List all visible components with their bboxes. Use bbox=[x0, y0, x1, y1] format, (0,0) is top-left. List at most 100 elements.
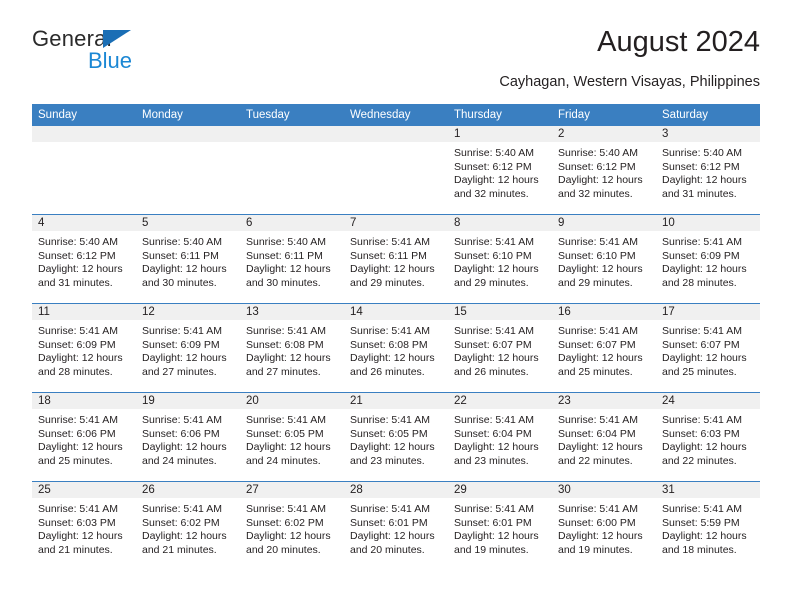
sunrise-text: Sunrise: 5:41 AM bbox=[454, 503, 534, 515]
daylight-text-line2: and 25 minutes. bbox=[38, 454, 113, 467]
calendar-body: 1 Sunrise: 5:40 AM Sunset: 6:12 PM Daylight… bbox=[32, 126, 760, 570]
day-cell[interactable]: 18 Sunrise: 5:41 AM Sunset: 6:06 PM Dayligh… bbox=[32, 392, 136, 482]
day-cell[interactable]: 2 Sunrise: 5:40 AM Sunset: 6:12 PM Daylight… bbox=[552, 126, 656, 215]
sunrise-text: Sunrise: 5:41 AM bbox=[38, 503, 118, 515]
day-cell[interactable]: 20 Sunrise: 5:41 AM Sunset: 6:05 PM Dayligh… bbox=[240, 392, 344, 482]
day-cell[interactable] bbox=[344, 126, 448, 215]
day-number: 27 bbox=[240, 482, 344, 498]
day-cell[interactable] bbox=[32, 126, 136, 215]
daylight-text-line1: Daylight: 12 hours bbox=[454, 441, 539, 454]
daylight-text-line1: Daylight: 12 hours bbox=[142, 263, 227, 276]
day-cell[interactable]: 12 Sunrise: 5:41 AM Sunset: 6:09 PM Dayligh… bbox=[136, 303, 240, 393]
day-cell[interactable]: 26 Sunrise: 5:41 AM Sunset: 6:02 PM Dayligh… bbox=[136, 481, 240, 570]
day-number: 12 bbox=[136, 304, 240, 320]
day-cell[interactable]: 21 Sunrise: 5:41 AM Sunset: 6:05 PM Dayligh… bbox=[344, 392, 448, 482]
day-number: 3 bbox=[656, 126, 760, 142]
sunrise-text: Sunrise: 5:41 AM bbox=[558, 414, 638, 426]
sunrise-text: Sunrise: 5:41 AM bbox=[142, 414, 222, 426]
day-cell[interactable]: 15 Sunrise: 5:41 AM Sunset: 6:07 PM Dayligh… bbox=[448, 303, 552, 393]
daylight-text-line2: and 22 minutes. bbox=[558, 454, 633, 467]
day-cell[interactable]: 8 Sunrise: 5:41 AM Sunset: 6:10 PM Daylight… bbox=[448, 214, 552, 304]
sunset-text: Sunset: 6:09 PM bbox=[662, 249, 740, 262]
daylight-text-line2: and 20 minutes. bbox=[350, 543, 425, 556]
sunset-text: Sunset: 6:03 PM bbox=[662, 427, 740, 440]
day-cell[interactable]: 19 Sunrise: 5:41 AM Sunset: 6:06 PM Dayligh… bbox=[136, 392, 240, 482]
day-cell[interactable]: 31 Sunrise: 5:41 AM Sunset: 5:59 PM Dayligh… bbox=[656, 481, 760, 570]
sunset-text: Sunset: 6:12 PM bbox=[454, 160, 532, 173]
day-cell[interactable]: 4 Sunrise: 5:40 AM Sunset: 6:12 PM Daylight… bbox=[32, 214, 136, 304]
daylight-text-line2: and 30 minutes. bbox=[246, 276, 321, 289]
week-row: 4 Sunrise: 5:40 AM Sunset: 6:12 PM Daylight… bbox=[32, 214, 760, 304]
daylight-text-line2: and 26 minutes. bbox=[350, 365, 425, 378]
day-cell[interactable]: 16 Sunrise: 5:41 AM Sunset: 6:07 PM Dayligh… bbox=[552, 303, 656, 393]
general-blue-logo[interactable]: General Blue bbox=[32, 26, 272, 84]
daylight-text-line1: Daylight: 12 hours bbox=[142, 530, 227, 543]
daylight-text-line1: Daylight: 12 hours bbox=[38, 263, 123, 276]
day-number: 15 bbox=[448, 304, 552, 320]
day-number bbox=[240, 126, 344, 142]
day-cell[interactable] bbox=[240, 126, 344, 215]
day-cell[interactable]: 11 Sunrise: 5:41 AM Sunset: 6:09 PM Dayligh… bbox=[32, 303, 136, 393]
sunset-text: Sunset: 6:12 PM bbox=[558, 160, 636, 173]
daylight-text-line1: Daylight: 12 hours bbox=[662, 352, 747, 365]
sunset-text: Sunset: 6:12 PM bbox=[38, 249, 116, 262]
day-number: 4 bbox=[32, 215, 136, 231]
day-cell[interactable]: 10 Sunrise: 5:41 AM Sunset: 6:09 PM Dayligh… bbox=[656, 214, 760, 304]
daylight-text-line2: and 21 minutes. bbox=[142, 543, 217, 556]
day-cell[interactable]: 13 Sunrise: 5:41 AM Sunset: 6:08 PM Dayligh… bbox=[240, 303, 344, 393]
day-number bbox=[136, 126, 240, 142]
day-cell[interactable]: 9 Sunrise: 5:41 AM Sunset: 6:10 PM Daylight… bbox=[552, 214, 656, 304]
daylight-text-line1: Daylight: 12 hours bbox=[558, 352, 643, 365]
day-cell[interactable]: 25 Sunrise: 5:41 AM Sunset: 6:03 PM Dayligh… bbox=[32, 481, 136, 570]
sunrise-text: Sunrise: 5:41 AM bbox=[558, 503, 638, 515]
day-cell[interactable]: 3 Sunrise: 5:40 AM Sunset: 6:12 PM Daylight… bbox=[656, 126, 760, 215]
sunset-text: Sunset: 6:07 PM bbox=[662, 338, 740, 351]
daylight-text-line2: and 25 minutes. bbox=[558, 365, 633, 378]
day-cell[interactable]: 5 Sunrise: 5:40 AM Sunset: 6:11 PM Daylight… bbox=[136, 214, 240, 304]
week-row: 11 Sunrise: 5:41 AM Sunset: 6:09 PM Dayligh… bbox=[32, 303, 760, 393]
sunrise-text: Sunrise: 5:41 AM bbox=[454, 236, 534, 248]
daylight-text-line2: and 31 minutes. bbox=[662, 187, 737, 200]
day-number: 24 bbox=[656, 393, 760, 409]
page-title: August 2024 bbox=[597, 26, 760, 58]
sunrise-text: Sunrise: 5:40 AM bbox=[558, 147, 638, 159]
day-cell[interactable]: 24 Sunrise: 5:41 AM Sunset: 6:03 PM Dayligh… bbox=[656, 392, 760, 482]
day-cell[interactable]: 22 Sunrise: 5:41 AM Sunset: 6:04 PM Dayligh… bbox=[448, 392, 552, 482]
day-number: 10 bbox=[656, 215, 760, 231]
sunset-text: Sunset: 6:06 PM bbox=[38, 427, 116, 440]
daylight-text-line2: and 19 minutes. bbox=[454, 543, 529, 556]
daylight-text-line1: Daylight: 12 hours bbox=[350, 530, 435, 543]
day-number: 31 bbox=[656, 482, 760, 498]
day-number: 25 bbox=[32, 482, 136, 498]
day-number: 7 bbox=[344, 215, 448, 231]
day-cell[interactable]: 17 Sunrise: 5:41 AM Sunset: 6:07 PM Dayligh… bbox=[656, 303, 760, 393]
day-cell[interactable]: 14 Sunrise: 5:41 AM Sunset: 6:08 PM Dayligh… bbox=[344, 303, 448, 393]
daylight-text-line2: and 28 minutes. bbox=[662, 276, 737, 289]
sunset-text: Sunset: 6:03 PM bbox=[38, 516, 116, 529]
week-row: 1 Sunrise: 5:40 AM Sunset: 6:12 PM Daylight… bbox=[32, 126, 760, 215]
day-cell[interactable]: 27 Sunrise: 5:41 AM Sunset: 6:02 PM Dayligh… bbox=[240, 481, 344, 570]
daylight-text-line2: and 24 minutes. bbox=[246, 454, 321, 467]
day-cell[interactable]: 1 Sunrise: 5:40 AM Sunset: 6:12 PM Daylight… bbox=[448, 126, 552, 215]
day-cell[interactable]: 29 Sunrise: 5:41 AM Sunset: 6:01 PM Dayligh… bbox=[448, 481, 552, 570]
daylight-text-line2: and 27 minutes. bbox=[246, 365, 321, 378]
day-number: 13 bbox=[240, 304, 344, 320]
day-cell[interactable] bbox=[136, 126, 240, 215]
day-number: 18 bbox=[32, 393, 136, 409]
daylight-text-line1: Daylight: 12 hours bbox=[662, 441, 747, 454]
day-cell[interactable]: 7 Sunrise: 5:41 AM Sunset: 6:11 PM Daylight… bbox=[344, 214, 448, 304]
daylight-text-line2: and 25 minutes. bbox=[662, 365, 737, 378]
day-cell[interactable]: 6 Sunrise: 5:40 AM Sunset: 6:11 PM Daylight… bbox=[240, 214, 344, 304]
daylight-text-line1: Daylight: 12 hours bbox=[350, 263, 435, 276]
day-cell[interactable]: 30 Sunrise: 5:41 AM Sunset: 6:00 PM Dayligh… bbox=[552, 481, 656, 570]
daylight-text-line1: Daylight: 12 hours bbox=[662, 263, 747, 276]
day-number bbox=[32, 126, 136, 142]
daylight-text-line1: Daylight: 12 hours bbox=[142, 352, 227, 365]
day-number: 19 bbox=[136, 393, 240, 409]
daylight-text-line2: and 29 minutes. bbox=[350, 276, 425, 289]
day-cell[interactable]: 28 Sunrise: 5:41 AM Sunset: 6:01 PM Dayligh… bbox=[344, 481, 448, 570]
day-cell[interactable]: 23 Sunrise: 5:41 AM Sunset: 6:04 PM Dayligh… bbox=[552, 392, 656, 482]
sunrise-text: Sunrise: 5:41 AM bbox=[662, 503, 742, 515]
daylight-text-line1: Daylight: 12 hours bbox=[662, 174, 747, 187]
sunrise-text: Sunrise: 5:41 AM bbox=[350, 236, 430, 248]
